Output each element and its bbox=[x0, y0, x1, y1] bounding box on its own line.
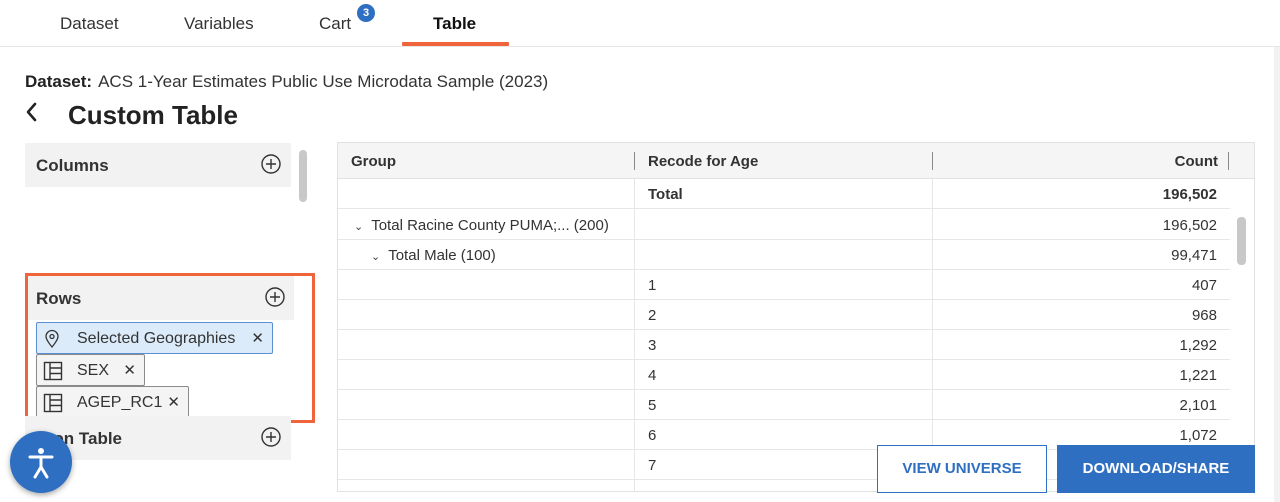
tab-dataset[interactable]: Dataset bbox=[60, 14, 119, 34]
table-row: 5 2,101 bbox=[338, 390, 1230, 420]
rows-section-header: Rows bbox=[28, 276, 294, 320]
count-value: 2,101 bbox=[1179, 397, 1217, 414]
panel-scrollbar[interactable] bbox=[299, 150, 307, 202]
group-label: Total Male (100) bbox=[388, 247, 496, 264]
column-header-recode[interactable]: Recode for Age bbox=[648, 153, 758, 170]
add-column-icon[interactable] bbox=[261, 154, 281, 174]
add-row-icon[interactable] bbox=[265, 287, 285, 307]
count-value: 196,502 bbox=[1162, 217, 1217, 234]
count-value: 1,072 bbox=[1179, 427, 1217, 444]
page-title: Custom Table bbox=[68, 100, 238, 130]
columns-title: Columns bbox=[36, 156, 109, 175]
count-value: 99,471 bbox=[1171, 247, 1217, 264]
rows-section: Rows Selected Geographies ✕ SEX ✕ AGEP_R… bbox=[25, 273, 315, 423]
count-value: 1,292 bbox=[1179, 337, 1217, 354]
count-value: 407 bbox=[1191, 277, 1217, 294]
column-resizer[interactable] bbox=[634, 152, 635, 170]
recode-value: 5 bbox=[648, 397, 657, 414]
dataset-info: Dataset: ACS 1-Year Estimates Public Use … bbox=[25, 72, 548, 92]
column-resizer[interactable] bbox=[932, 152, 933, 170]
tab-table[interactable]: Table bbox=[433, 14, 476, 34]
tab-cart[interactable]: Cart bbox=[319, 14, 351, 34]
chevron-down-icon[interactable]: ⌄ bbox=[354, 220, 363, 233]
column-resizer[interactable] bbox=[1228, 152, 1229, 170]
recode-value: 6 bbox=[648, 427, 657, 444]
row-chip-sex[interactable]: SEX ✕ bbox=[36, 354, 145, 386]
remove-chip-icon[interactable]: ✕ bbox=[123, 361, 136, 379]
add-filter-icon[interactable] bbox=[261, 427, 281, 447]
table-row: 2 968 bbox=[338, 300, 1230, 330]
table-variable-icon bbox=[43, 393, 63, 413]
location-pin-icon bbox=[43, 329, 61, 349]
chip-label: AGEP_RC1 bbox=[77, 394, 163, 411]
row-chip-agep[interactable]: AGEP_RC1 ✕ bbox=[36, 386, 189, 418]
page-scrollbar[interactable] bbox=[1274, 47, 1280, 502]
cart-count-badge: 3 bbox=[357, 4, 375, 22]
tab-variables[interactable]: Variables bbox=[184, 14, 254, 34]
total-label: Total bbox=[648, 186, 683, 203]
column-header-count[interactable]: Count bbox=[1175, 153, 1218, 170]
table-row: 4 1,221 bbox=[338, 360, 1230, 390]
row-chip-geographies[interactable]: Selected Geographies ✕ bbox=[36, 322, 273, 354]
total-count: 196,502 bbox=[1162, 186, 1217, 203]
download-share-button[interactable]: DOWNLOAD/SHARE bbox=[1057, 445, 1255, 493]
view-universe-button[interactable]: VIEW UNIVERSE bbox=[877, 445, 1047, 493]
remove-chip-icon[interactable]: ✕ bbox=[251, 329, 264, 347]
group-label: Total Racine County PUMA;... (200) bbox=[371, 217, 609, 234]
table-scrollbar[interactable] bbox=[1237, 217, 1246, 265]
chip-label: SEX bbox=[77, 362, 110, 379]
table-row: 3 1,292 bbox=[338, 330, 1230, 360]
columns-section-header: Columns bbox=[25, 143, 291, 187]
tab-bar: Dataset Variables Cart 3 Table bbox=[0, 0, 1280, 47]
rows-title: Rows bbox=[36, 289, 82, 308]
recode-value: 3 bbox=[648, 337, 657, 354]
remove-chip-icon[interactable]: ✕ bbox=[167, 393, 180, 411]
dataset-label: Dataset: bbox=[25, 72, 93, 91]
active-tab-indicator bbox=[402, 42, 509, 46]
count-value: 968 bbox=[1191, 307, 1217, 324]
count-value: 1,221 bbox=[1179, 367, 1217, 384]
table-variable-icon bbox=[43, 361, 63, 381]
recode-value: 4 bbox=[648, 367, 657, 384]
table-row: ⌄ Total Male (100) 99,471 bbox=[338, 240, 1230, 270]
accessibility-icon bbox=[10, 448, 72, 497]
table-row: 1 407 bbox=[338, 270, 1230, 300]
dataset-name: ACS 1-Year Estimates Public Use Microdat… bbox=[98, 72, 549, 91]
table-row: ⌄ Total Racine County PUMA;... (200) 196,… bbox=[338, 210, 1230, 240]
recode-value: 2 bbox=[648, 307, 657, 324]
recode-value: 7 bbox=[648, 457, 657, 474]
back-arrow-icon[interactable] bbox=[22, 100, 44, 124]
chevron-down-icon[interactable]: ⌄ bbox=[371, 250, 380, 263]
accessibility-button[interactable] bbox=[10, 431, 72, 493]
recode-value: 1 bbox=[648, 277, 657, 294]
column-header-group[interactable]: Group bbox=[351, 153, 396, 170]
chip-label: Selected Geographies bbox=[77, 330, 236, 347]
results-table: Group Recode for Age Count Total 196,502… bbox=[337, 142, 1255, 492]
table-total-row: Total 196,502 bbox=[338, 179, 1230, 209]
table-header: Group Recode for Age Count bbox=[338, 143, 1254, 179]
